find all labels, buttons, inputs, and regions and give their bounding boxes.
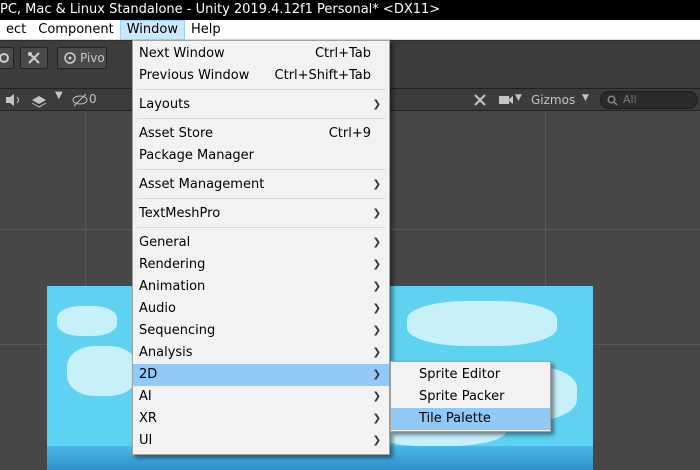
chevron-right-icon: ❯ xyxy=(372,281,381,292)
menu-item-label: Analysis xyxy=(139,345,193,360)
chevron-right-icon: ❯ xyxy=(372,435,381,446)
pivot-label: Pivo xyxy=(80,51,105,65)
chevron-right-icon: ❯ xyxy=(372,208,381,219)
menu-item-package-manager[interactable]: Package Manager xyxy=(133,145,389,167)
menu-item-label: General xyxy=(139,235,191,250)
menu-item-label: Previous Window xyxy=(139,68,250,83)
menu-item-label: Asset Management xyxy=(139,177,265,192)
window-menu: Next Window Ctrl+Tab Previous Window Ctr… xyxy=(132,40,390,455)
menu-item-asset-store[interactable]: Asset Store Ctrl+9 xyxy=(133,123,389,145)
menu-help[interactable]: Help xyxy=(185,20,227,40)
menu-item-layouts[interactable]: Layouts ❯ xyxy=(133,94,389,116)
menu-separator xyxy=(137,89,385,90)
submenu-2d: Sprite Editor Sprite Packer Tile Palette xyxy=(390,361,551,432)
camera-dropdown-icon[interactable]: ▼ xyxy=(515,93,522,103)
menu-separator xyxy=(137,118,385,119)
menu-item-shortcut: Ctrl+9 xyxy=(328,126,371,141)
chevron-right-icon: ❯ xyxy=(372,325,381,336)
gizmos-button[interactable]: Gizmos xyxy=(527,91,579,109)
menu-component[interactable]: Component xyxy=(32,20,119,40)
menu-item-label: Sequencing xyxy=(139,323,216,338)
menu-item-ui[interactable]: UI ❯ xyxy=(133,430,389,452)
custom-tool-icon[interactable] xyxy=(20,47,48,69)
menu-item-sequencing[interactable]: Sequencing ❯ xyxy=(133,320,389,342)
hidden-objects-count: 0 xyxy=(89,92,97,106)
menu-item-label: UI xyxy=(139,433,153,448)
search-placeholder: All xyxy=(623,93,637,106)
unity-editor-window: PC, Mac & Linux Standalone - Unity 2019.… xyxy=(0,0,700,470)
menu-window[interactable]: Window xyxy=(119,19,185,40)
chevron-right-icon: ❯ xyxy=(372,259,381,270)
chevron-right-icon: ❯ xyxy=(372,391,381,402)
menu-item-xr[interactable]: XR ❯ xyxy=(133,408,389,430)
submenu-item-sprite-packer[interactable]: Sprite Packer xyxy=(391,386,550,408)
cloud xyxy=(67,346,137,396)
menu-item-label: Animation xyxy=(139,279,206,294)
menu-item-label: XR xyxy=(139,411,157,426)
menu-item-label: Package Manager xyxy=(139,148,255,163)
camera-icon[interactable] xyxy=(498,94,514,106)
menu-item-asset-management[interactable]: Asset Management ❯ xyxy=(133,174,389,196)
cloud xyxy=(57,306,117,336)
chevron-right-icon: ❯ xyxy=(372,237,381,248)
menu-separator xyxy=(137,227,385,228)
menu-separator xyxy=(137,198,385,199)
menu-item-label: 2D xyxy=(139,367,158,382)
menu-item-ai[interactable]: AI ❯ xyxy=(133,386,389,408)
chevron-right-icon: ❯ xyxy=(372,369,381,380)
menu-item-label: Rendering xyxy=(139,257,206,272)
submenu-item-sprite-editor[interactable]: Sprite Editor xyxy=(391,364,550,386)
menu-item-textmeshpro[interactable]: TextMeshPro ❯ xyxy=(133,203,389,225)
menu-item-animation[interactable]: Animation ❯ xyxy=(133,276,389,298)
menu-item-label: Layouts xyxy=(139,97,190,112)
tools-icon[interactable] xyxy=(472,92,488,108)
effects-dropdown-icon[interactable]: ▼ xyxy=(55,90,63,101)
menu-item-label: Asset Store xyxy=(139,126,214,141)
submenu-item-tile-palette[interactable]: Tile Palette xyxy=(391,408,550,430)
chevron-right-icon: ❯ xyxy=(372,99,381,110)
menu-item-analysis[interactable]: Analysis ❯ xyxy=(133,342,389,364)
menu-item-general[interactable]: General ❯ xyxy=(133,232,389,254)
menu-item-label: TextMeshPro xyxy=(139,206,221,221)
hidden-objects-icon[interactable] xyxy=(72,93,88,107)
menu-project[interactable]: ect xyxy=(0,20,32,40)
chevron-right-icon: ❯ xyxy=(372,179,381,190)
scene-search-input[interactable]: All xyxy=(600,91,698,109)
menu-item-label: Next Window xyxy=(139,46,225,61)
cloud xyxy=(407,301,557,346)
menu-item-rendering[interactable]: Rendering ❯ xyxy=(133,254,389,276)
chevron-right-icon: ❯ xyxy=(372,413,381,424)
search-icon xyxy=(607,95,618,106)
menu-item-audio[interactable]: Audio ❯ xyxy=(133,298,389,320)
view-tool-icon[interactable] xyxy=(0,47,14,69)
chevron-right-icon: ❯ xyxy=(372,303,381,314)
audio-icon[interactable] xyxy=(4,93,24,107)
pivot-button[interactable]: Pivo xyxy=(57,47,107,69)
menu-item-shortcut: Ctrl+Shift+Tab xyxy=(274,68,371,83)
menu-item-shortcut: Ctrl+Tab xyxy=(314,46,371,61)
menu-item-next-window[interactable]: Next Window Ctrl+Tab xyxy=(133,43,389,65)
chevron-right-icon: ❯ xyxy=(372,347,381,358)
menu-item-previous-window[interactable]: Previous Window Ctrl+Shift+Tab xyxy=(133,65,389,87)
gizmos-dropdown-icon[interactable]: ▼ xyxy=(582,93,589,103)
window-title: PC, Mac & Linux Standalone - Unity 2019.… xyxy=(0,0,700,20)
menu-item-label: Audio xyxy=(139,301,176,316)
menu-item-label: AI xyxy=(139,389,152,404)
menu-bar: ect Component Window Help xyxy=(0,19,700,40)
effects-icon[interactable] xyxy=(30,92,48,108)
menu-item-2d[interactable]: 2D ❯ xyxy=(133,364,389,386)
menu-separator xyxy=(137,169,385,170)
